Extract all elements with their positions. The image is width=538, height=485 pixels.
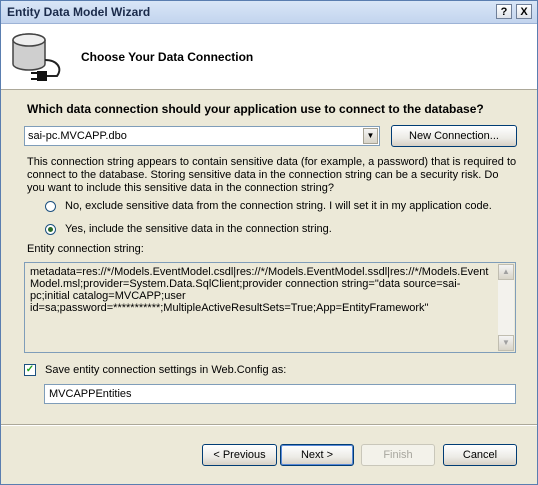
chevron-down-icon[interactable]: ▼ bbox=[363, 128, 378, 144]
database-plug-icon bbox=[12, 33, 61, 81]
data-connection-select[interactable]: sai-pc.MVCAPP.dbo ▼ bbox=[24, 126, 380, 146]
finish-button[interactable]: Finish bbox=[361, 444, 435, 466]
footer-divider bbox=[1, 424, 537, 426]
vertical-scrollbar[interactable]: ▲ ▼ bbox=[498, 264, 514, 351]
previous-button[interactable]: < Previous bbox=[202, 444, 277, 466]
scroll-up-arrow-icon[interactable]: ▲ bbox=[498, 264, 514, 280]
radio-button[interactable] bbox=[45, 201, 56, 212]
entity-string-label: Entity connection string: bbox=[27, 243, 144, 255]
web-config-name-value: MVCAPPEntities bbox=[49, 388, 132, 400]
next-button[interactable]: Next > bbox=[280, 444, 354, 466]
radio-exclude-label: No, exclude sensitive data from the conn… bbox=[65, 200, 492, 212]
title-bar[interactable]: Entity Data Model Wizard ? X bbox=[1, 1, 537, 24]
checkmark-icon: ✓ bbox=[25, 364, 35, 375]
sensitive-data-message: This connection string appears to contai… bbox=[27, 156, 517, 194]
connection-question: Which data connection should your applic… bbox=[27, 102, 484, 116]
radio-include-label: Yes, include the sensitive data in the c… bbox=[65, 223, 332, 235]
scroll-down-arrow-icon[interactable]: ▼ bbox=[498, 335, 514, 351]
data-connection-value: sai-pc.MVCAPP.dbo bbox=[28, 130, 127, 142]
wizard-content: Which data connection should your applic… bbox=[1, 90, 537, 484]
save-settings-label: Save entity connection settings in Web.C… bbox=[45, 364, 287, 376]
save-settings-checkbox[interactable]: ✓ bbox=[24, 364, 36, 376]
radio-button-selected[interactable] bbox=[45, 224, 56, 235]
page-title: Choose Your Data Connection bbox=[81, 50, 254, 64]
close-button[interactable]: X bbox=[516, 4, 532, 19]
entity-connection-string-field[interactable]: metadata=res://*/Models.EventModel.csdl|… bbox=[24, 262, 516, 353]
entity-connection-string-text: metadata=res://*/Models.EventModel.csdl|… bbox=[30, 266, 489, 314]
window-title: Entity Data Model Wizard bbox=[7, 5, 151, 19]
new-connection-button[interactable]: New Connection... bbox=[391, 125, 517, 147]
wizard-header: Choose Your Data Connection bbox=[1, 24, 537, 90]
cancel-button[interactable]: Cancel bbox=[443, 444, 517, 466]
web-config-name-input[interactable]: MVCAPPEntities bbox=[44, 384, 516, 404]
wizard-window: Entity Data Model Wizard ? X Choose Your… bbox=[0, 0, 538, 485]
help-button[interactable]: ? bbox=[496, 4, 512, 19]
